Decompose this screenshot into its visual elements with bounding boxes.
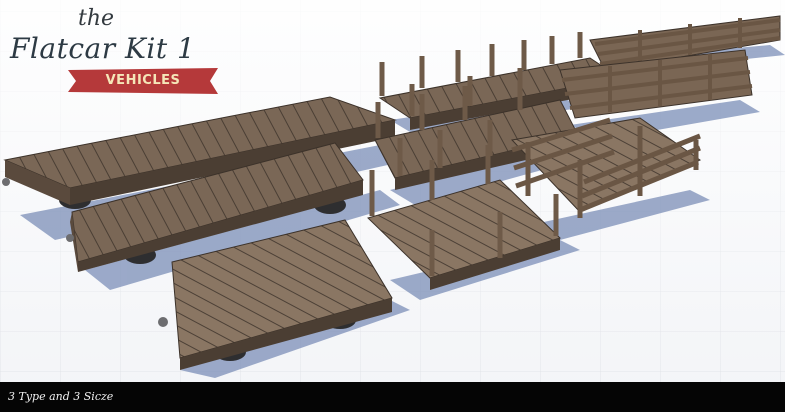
caption-text: 3 Type and 3 Sicze [8,390,114,403]
product-image: the Flatcar Kit 1 VEHICLES 3 Type and 3 … [0,0,785,412]
product-title: Flatcar Kit 1 [10,32,196,65]
title-the: the [78,6,115,31]
category-ribbon: VEHICLES [68,68,218,94]
caption-bar: 3 Type and 3 Sicze [0,382,785,412]
product-title-block: the Flatcar Kit 1 VEHICLES [6,4,236,99]
ribbon-label: VEHICLES [105,73,181,88]
